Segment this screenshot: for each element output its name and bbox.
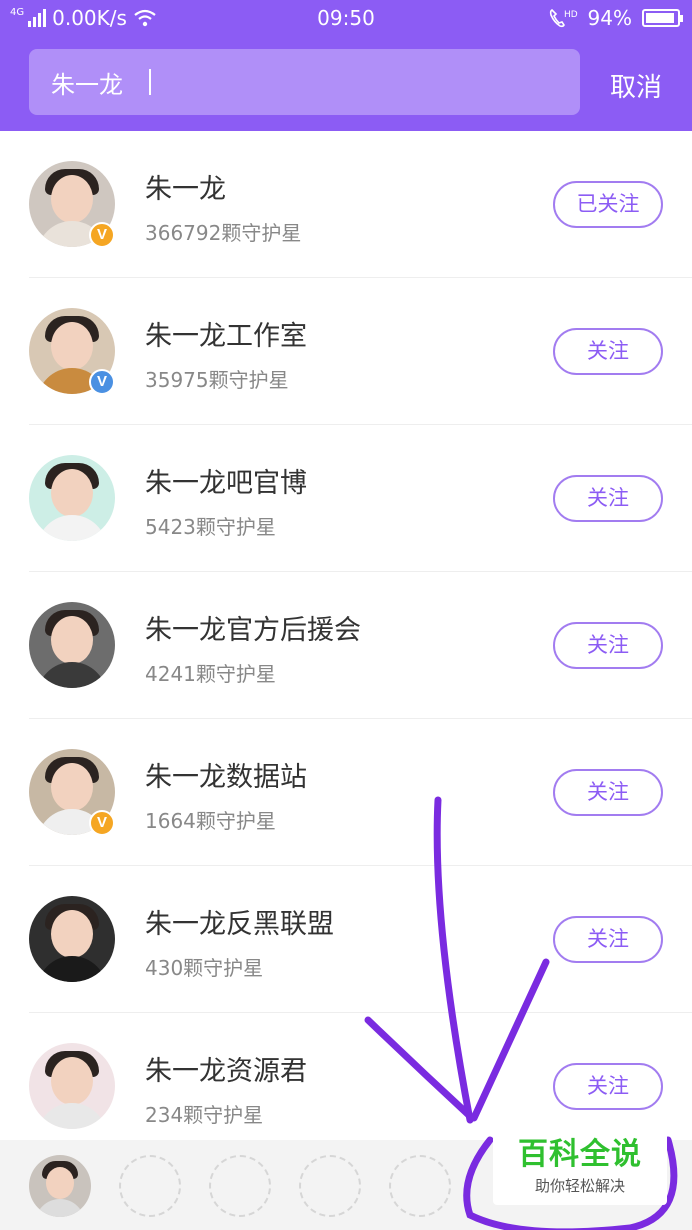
- battery-percent: 94%: [587, 6, 632, 30]
- result-row[interactable]: 朱一龙吧官博 5423颗守护星 关注: [0, 425, 692, 572]
- empty-avatar-slot[interactable]: [299, 1155, 361, 1217]
- result-name[interactable]: 朱一龙吧官博: [145, 461, 307, 500]
- result-name[interactable]: 朱一龙: [145, 167, 226, 206]
- guardian-star-count: 430颗守护星: [145, 956, 264, 980]
- verified-badge-icon: V: [89, 222, 115, 248]
- empty-avatar-slot[interactable]: [209, 1155, 271, 1217]
- avatar[interactable]: [29, 1043, 115, 1129]
- guardian-star-count: 234颗守护星: [145, 1103, 264, 1127]
- status-bar: 4G 0.00K/s 09:50 HD 94%: [0, 0, 692, 36]
- result-name[interactable]: 朱一龙反黑联盟: [145, 902, 334, 941]
- guardian-star-count: 366792颗守护星: [145, 221, 302, 245]
- result-name[interactable]: 朱一龙资源君: [145, 1049, 307, 1088]
- watermark: 百科全说 助你轻松解决: [493, 1133, 667, 1205]
- avatar[interactable]: [29, 455, 115, 541]
- follow-button[interactable]: 关注: [553, 328, 663, 375]
- guardian-star-count: 1664颗守护星: [145, 809, 276, 833]
- result-row[interactable]: V 朱一龙 366792颗守护星 已关注: [0, 131, 692, 278]
- status-right: HD 94%: [548, 6, 683, 30]
- battery-icon: [642, 9, 683, 27]
- search-input[interactable]: [51, 49, 551, 115]
- empty-avatar-slot[interactable]: [389, 1155, 451, 1217]
- result-row[interactable]: V 朱一龙数据站 1664颗守护星 关注: [0, 719, 692, 866]
- guardian-star-count: 4241颗守护星: [145, 662, 276, 686]
- follow-button[interactable]: 已关注: [553, 181, 663, 228]
- result-name[interactable]: 朱一龙数据站: [145, 755, 307, 794]
- result-row[interactable]: V 朱一龙工作室 35975颗守护星 关注: [0, 278, 692, 425]
- verified-badge-icon: V: [89, 369, 115, 395]
- text-caret: [149, 69, 151, 95]
- avatar[interactable]: [29, 602, 115, 688]
- cancel-button[interactable]: 取消: [610, 67, 662, 104]
- result-name[interactable]: 朱一龙官方后援会: [145, 608, 361, 647]
- result-name[interactable]: 朱一龙工作室: [145, 314, 307, 353]
- follow-button[interactable]: 关注: [553, 622, 663, 669]
- follow-button[interactable]: 关注: [553, 916, 663, 963]
- hd-call-icon: HD: [549, 9, 578, 28]
- header: 4G 0.00K/s 09:50 HD 94% 取消: [0, 0, 692, 131]
- result-row[interactable]: 朱一龙反黑联盟 430颗守护星 关注: [0, 866, 692, 1013]
- verified-badge-icon: V: [89, 810, 115, 836]
- follow-button[interactable]: 关注: [553, 475, 663, 522]
- watermark-subtitle: 助你轻松解决: [534, 1177, 625, 1195]
- result-row[interactable]: 朱一龙官方后援会 4241颗守护星 关注: [0, 572, 692, 719]
- follow-button[interactable]: 关注: [553, 769, 663, 816]
- avatar[interactable]: [29, 896, 115, 982]
- guardian-star-count: 35975颗守护星: [145, 368, 289, 392]
- search-box[interactable]: [29, 49, 580, 115]
- empty-avatar-slot[interactable]: [119, 1155, 181, 1217]
- selected-avatar[interactable]: [29, 1155, 91, 1217]
- watermark-title: 百科全说: [518, 1137, 642, 1172]
- svg-text:HD: HD: [564, 10, 578, 20]
- search-results-list: V 朱一龙 366792颗守护星 已关注 V 朱一龙工作室 35975颗守护星 关注 朱一龙吧官…: [0, 131, 692, 1160]
- guardian-star-count: 5423颗守护星: [145, 515, 276, 539]
- follow-button[interactable]: 关注: [553, 1063, 663, 1110]
